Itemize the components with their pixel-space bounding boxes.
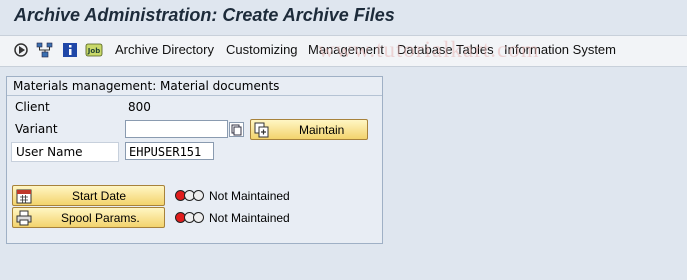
- group-title: Materials management: Material documents: [13, 79, 280, 93]
- maintain-variant-icon: [254, 122, 269, 138]
- hierarchy-icon[interactable]: [36, 41, 54, 59]
- job-icon[interactable]: Job: [85, 41, 103, 59]
- menu-archive-directory[interactable]: Archive Directory: [115, 42, 214, 57]
- start-date-traffic-light-icon: [175, 189, 205, 203]
- title-bar: Archive Administration: Create Archive F…: [0, 0, 687, 35]
- user-name-label: User Name: [11, 142, 119, 162]
- application-toolbar: Job Archive Directory Customizing Manage…: [0, 35, 687, 67]
- variant-label: Variant: [15, 122, 58, 136]
- spool-params-traffic-light-icon: [175, 211, 205, 225]
- copy-icon: [231, 124, 242, 136]
- spool-params-status: Not Maintained: [209, 211, 290, 225]
- menu-information-system[interactable]: Information System: [504, 42, 616, 57]
- job-icon-text: Job: [87, 47, 100, 55]
- green-light-off-icon: [193, 190, 204, 201]
- user-name-input[interactable]: EHPUSER151: [125, 142, 214, 160]
- maintain-button[interactable]: Maintain: [250, 119, 368, 140]
- start-date-button[interactable]: Start Date: [12, 185, 165, 206]
- variant-input[interactable]: [125, 120, 228, 138]
- variant-search-help-button[interactable]: [229, 122, 244, 137]
- spool-params-button[interactable]: Spool Params.: [12, 207, 165, 228]
- archive-group-box: Materials management: Material documents…: [6, 76, 383, 244]
- page-title: Archive Administration: Create Archive F…: [14, 5, 395, 25]
- start-date-status: Not Maintained: [209, 189, 290, 203]
- group-header: Materials management: Material documents: [7, 77, 382, 96]
- execute-icon[interactable]: [12, 41, 30, 59]
- green-light-off-icon: [193, 212, 204, 223]
- maintain-button-label: Maintain: [299, 123, 345, 137]
- client-value: 800: [128, 100, 151, 114]
- start-date-button-label: Start Date: [72, 189, 127, 203]
- menu-database-tables[interactable]: Database Tables: [397, 42, 494, 57]
- menu-management[interactable]: Management: [308, 42, 384, 57]
- menu-customizing[interactable]: Customizing: [226, 42, 298, 57]
- printer-icon: [16, 210, 32, 226]
- spool-params-button-label: Spool Params.: [61, 211, 140, 225]
- info-icon[interactable]: [61, 41, 79, 59]
- calendar-icon: [16, 189, 32, 204]
- client-label: Client: [15, 100, 50, 114]
